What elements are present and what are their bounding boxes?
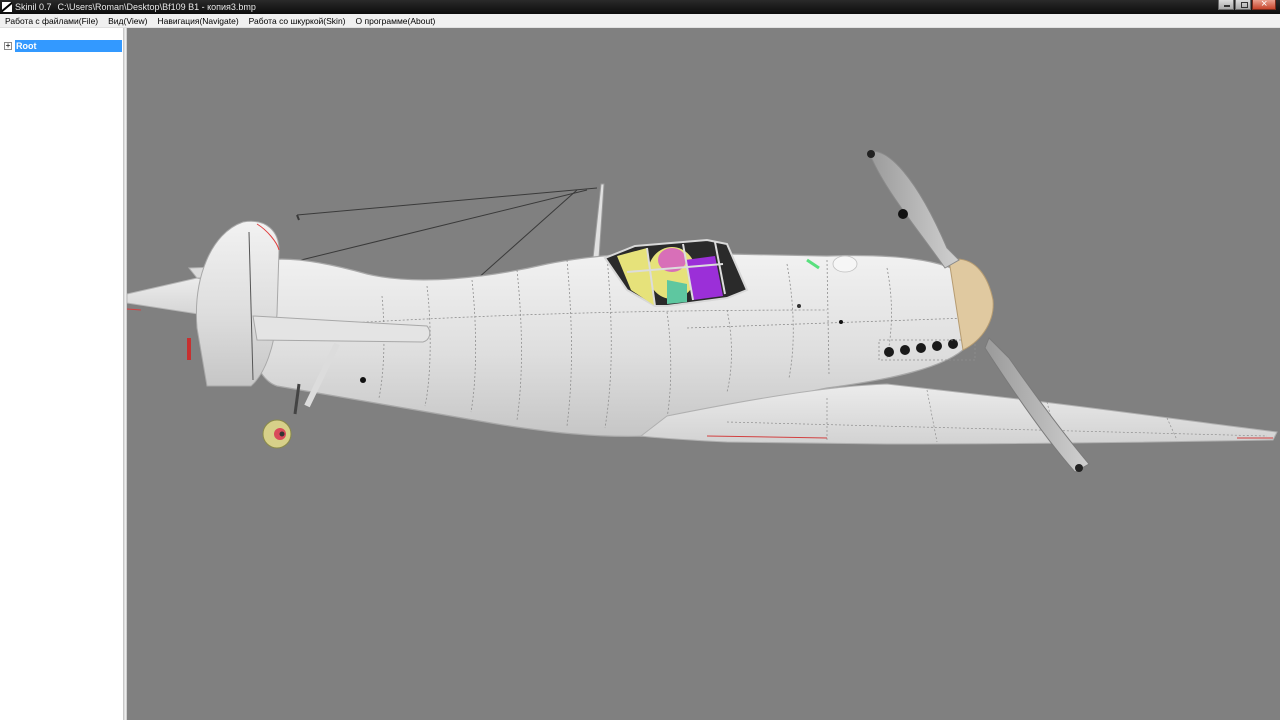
menu-view[interactable]: Вид(View) xyxy=(103,14,152,28)
window-controls xyxy=(1217,0,1276,11)
app-icon xyxy=(2,2,12,12)
menu-bar: Работа с файлами(File) Вид(View) Навигац… xyxy=(0,14,1280,28)
tail-fin xyxy=(195,220,280,387)
aircraft-model xyxy=(127,150,1278,473)
menu-navigate[interactable]: Навигация(Navigate) xyxy=(152,14,243,28)
antenna-mast xyxy=(592,183,605,259)
file-path: C:\Users\Roman\Desktop\Bf109 B1 - копия3… xyxy=(57,2,256,12)
object-tree-panel: + Root xyxy=(0,28,124,720)
maximize-button[interactable] xyxy=(1235,0,1251,10)
window-title: Skinil 0.7 C:\Users\Roman\Desktop\Bf109 B… xyxy=(15,0,256,14)
app-name: Skinil 0.7 xyxy=(15,2,52,12)
menu-file[interactable]: Работа с файлами(File) xyxy=(0,14,103,28)
menu-about[interactable]: О программе(About) xyxy=(351,14,441,28)
3d-viewport[interactable] xyxy=(127,28,1280,720)
close-button[interactable] xyxy=(1252,0,1276,11)
minimize-button[interactable] xyxy=(1218,0,1234,10)
tree-node-label[interactable]: Root xyxy=(15,40,122,52)
title-bar: Skinil 0.7 C:\Users\Roman\Desktop\Bf109 B… xyxy=(0,0,1280,14)
propeller-blade-top xyxy=(868,150,960,269)
tree-node-root[interactable]: + Root xyxy=(4,40,122,52)
expand-icon[interactable]: + xyxy=(4,42,12,50)
menu-skin[interactable]: Работа со шкуркой(Skin) xyxy=(244,14,351,28)
